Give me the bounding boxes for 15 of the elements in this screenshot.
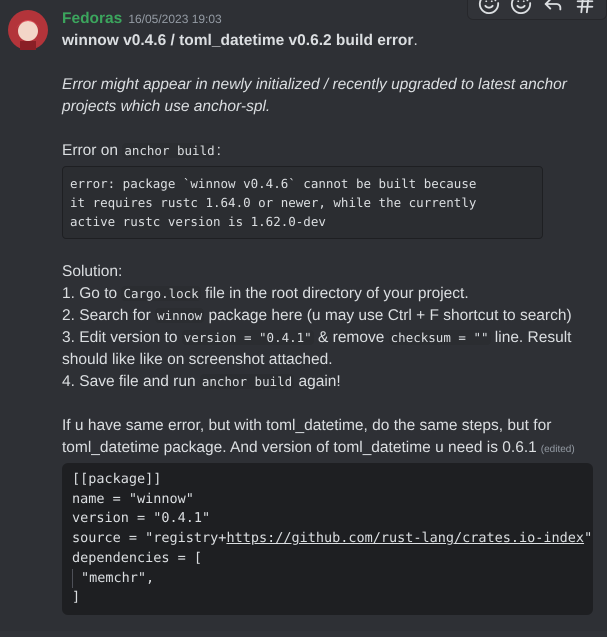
- message-text: 3. Edit version to version = "0.4.1" & remove checksum = "" line. Result should like like on screenshot attached.: [62, 328, 572, 370]
- message-note: Error might appear in newly initialized / recently upgraded to latest anchor projects which use anchor-spl.: [62, 75, 568, 117]
- timestamp: 16/05/2023 19:03: [128, 11, 222, 28]
- message-text: Solution:: [62, 262, 124, 282]
- avatar[interactable]: [8, 10, 48, 50]
- link[interactable]: https://github.com/rust-lang/crates.io-index: [226, 530, 584, 546]
- message-title: winnow v0.4.6 / toml_datetime v0.6.2 build error.: [62, 31, 419, 51]
- message-text: If u have same error, but with toml_datetime, do the same steps, but for toml_datetime package. And version of toml_datetime u need is 0.6.1 (edited): [62, 416, 576, 458]
- message-text: 1. Go to Cargo.lock file in the root directory of your project.: [62, 284, 470, 304]
- message-text: Error on anchor build:: [62, 141, 222, 161]
- code-block: error: package `winnow v0.4.6` cannot be built because it requires rustc 1.64.0 or newer, while the currently active rustc version is 1.62.0-dev: [62, 166, 543, 239]
- message-text: 2. Search for winnow package here (u may use Ctrl + F shortcut to search): [62, 306, 573, 326]
- code-block: [[package]] name = "winnow" version = "0.4.1" source = "registry+https://github.com/rust-lang/crates.io-index" dependencies = [ "memchr", ]: [62, 463, 593, 615]
- message-text: 4. Save file and run anchor build again!: [62, 372, 342, 392]
- username[interactable]: Fedoras: [62, 8, 122, 30]
